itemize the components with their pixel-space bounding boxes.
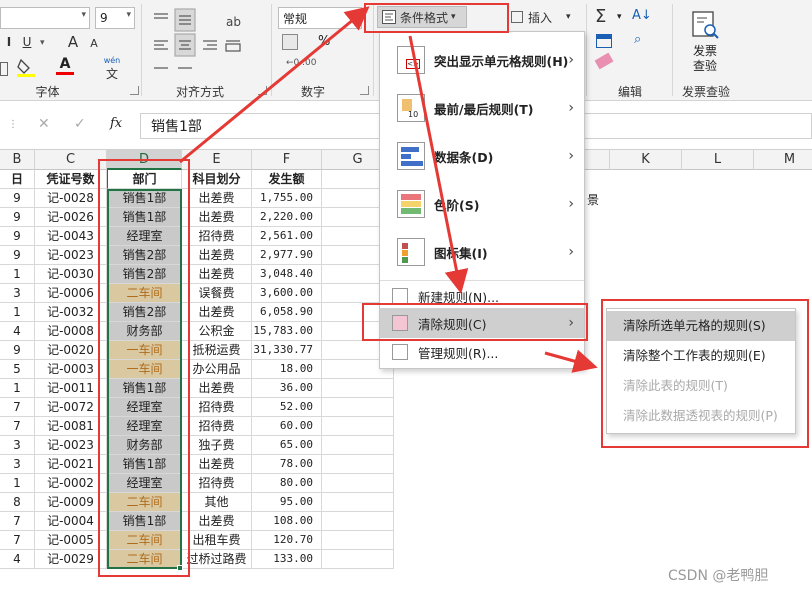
arrow-to-cf-button xyxy=(179,6,370,164)
arrow-to-clear-rules xyxy=(408,35,469,294)
annotation-arrows xyxy=(179,6,598,373)
watermark: CSDN @老鸭胆 xyxy=(668,568,769,584)
arrow-to-submenu xyxy=(544,349,598,373)
